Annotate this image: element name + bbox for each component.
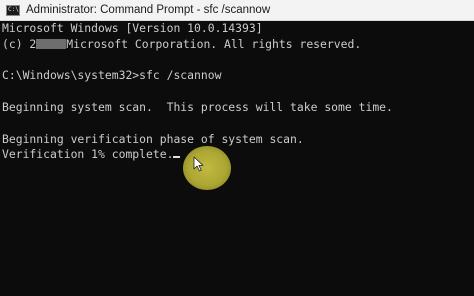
copyright-prefix: (c) 2	[2, 36, 37, 51]
console-line-verification-phase: Beginning verification phase of system s…	[2, 131, 304, 146]
console-line-command: C:\Windows\system32>sfc /scannow	[2, 68, 222, 83]
copyright-suffix: Microsoft Corporation. All rights reserv…	[66, 36, 362, 51]
progress-text: Verification 1% complete.	[2, 147, 174, 162]
console-line-scan-start: Beginning system scan. This process will…	[2, 99, 393, 114]
console-line-progress: Verification 1% complete.	[2, 147, 474, 163]
text-cursor	[173, 156, 181, 159]
redacted-block	[36, 38, 67, 49]
mouse-pointer-icon	[193, 156, 204, 172]
window-title: Administrator: Command Prompt - sfc /sca…	[26, 4, 271, 16]
console-line-version: Microsoft Windows [Version 10.0.14393]	[2, 21, 263, 35]
command-prompt-icon	[6, 4, 20, 16]
command-prompt-window: Administrator: Command Prompt - sfc /sca…	[0, 0, 474, 296]
title-bar[interactable]: Administrator: Command Prompt - sfc /sca…	[0, 0, 474, 21]
console-line-copyright: (c) 2 Microsoft Corporation. All rights r…	[2, 37, 474, 53]
pointer-highlight-circle	[183, 146, 231, 190]
console-output[interactable]: Microsoft Windows [Version 10.0.14393] (…	[0, 21, 474, 296]
